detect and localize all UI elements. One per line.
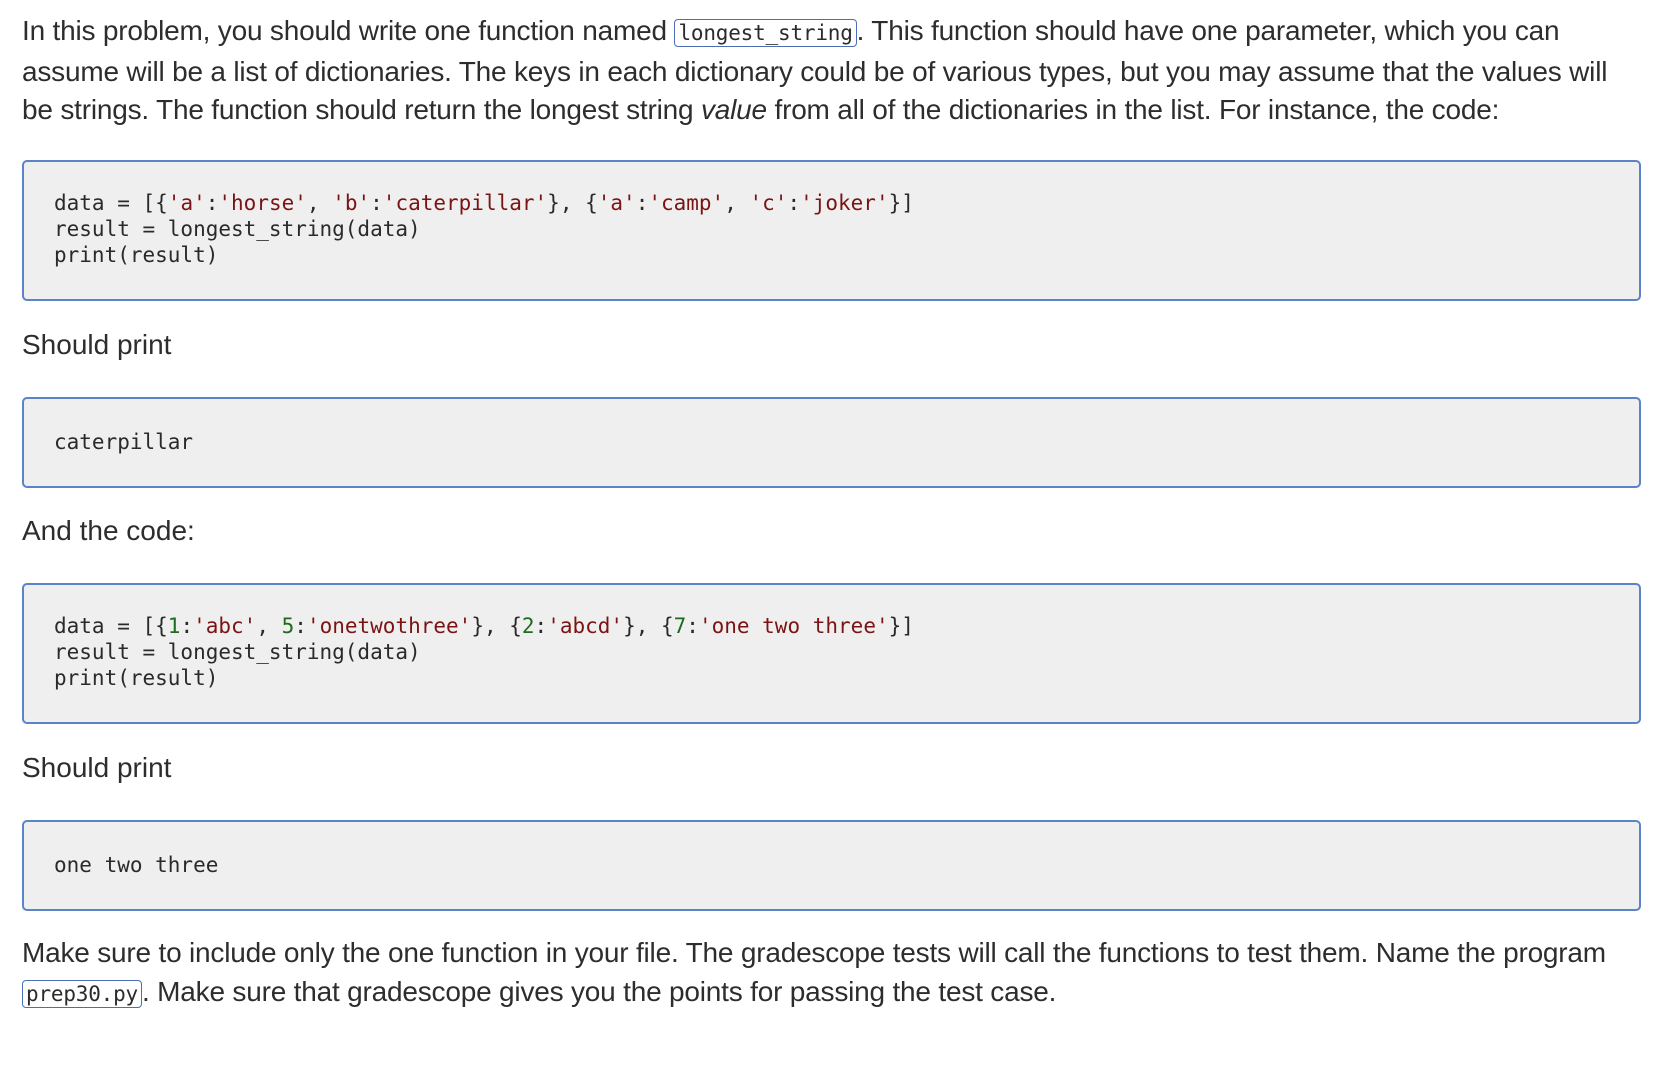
function-name-code: longest_string [674,19,857,47]
example-2-output-block: one two three [22,820,1641,911]
code-line: print(result) [54,666,219,690]
filename-code: prep30.py [22,979,142,1008]
closing-text-1: Make sure to include only the one functi… [22,937,1606,968]
output-text: caterpillar [54,430,194,454]
code-line: data = [{1:'abc', 5:'onetwothree'}, {2:'… [54,614,914,638]
intro-paragraph: In this problem, you should write one fu… [22,12,1642,130]
code-line: print(result) [54,243,219,267]
closing-paragraph: Make sure to include only the one functi… [22,934,1642,1013]
code-line: result = longest_string(data) [54,217,421,241]
example-1-code-block: data = [{'a':'horse', 'b':'caterpillar'}… [22,160,1641,301]
output-text: one two three [54,853,219,877]
code-line: data = [{'a':'horse', 'b':'caterpillar'}… [54,191,914,215]
should-print-label: Should print [22,329,172,360]
value-emphasis: value [700,94,767,125]
code-line: result = longest_string(data) [54,640,421,664]
example-1-output-block: caterpillar [22,397,1641,488]
intro-text-1: In this problem, you should write one fu… [22,15,675,46]
intro-text-3: from all of the dictionaries in the list… [766,94,1500,125]
example-2-code-block: data = [{1:'abc', 5:'onetwothree'}, {2:'… [22,583,1641,724]
closing-text-2: . Make sure that gradescope gives you th… [142,975,1057,1007]
and-the-code-label: And the code: [22,515,195,546]
should-print-label: Should print [22,752,172,783]
